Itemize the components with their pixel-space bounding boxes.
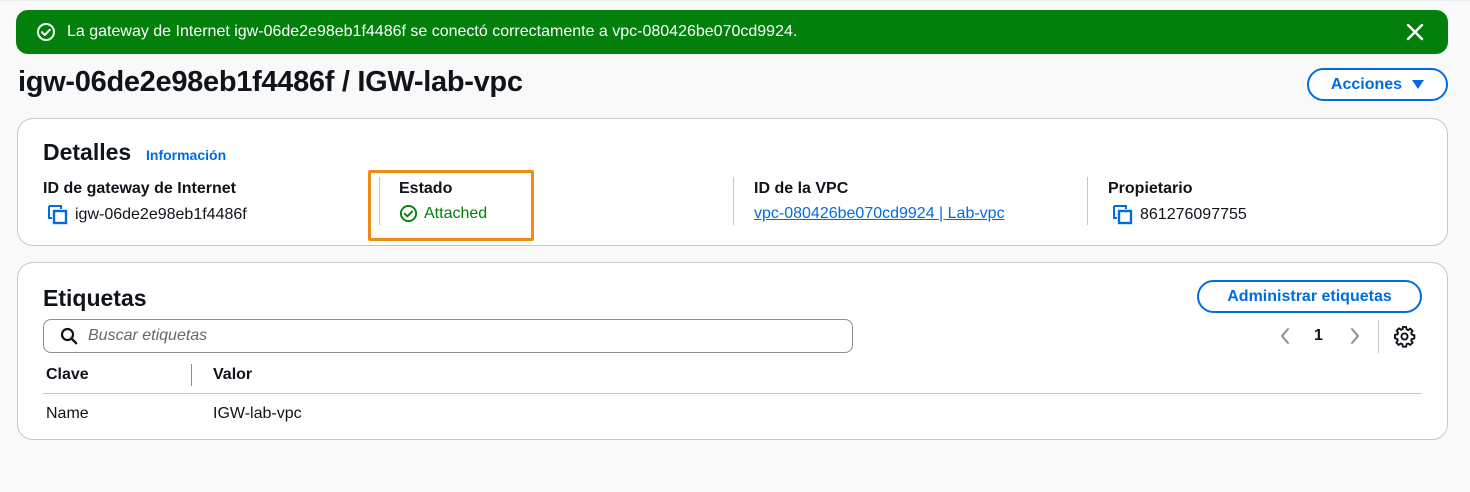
success-flashbar: La gateway de Internet igw-06de2e98eb1f4… [16,10,1448,54]
manage-tags-button[interactable]: Administrar etiquetas [1197,280,1422,313]
column-header-value[interactable]: Valor [213,366,252,384]
column-divider [1087,177,1088,225]
current-page[interactable]: 1 [1314,327,1323,345]
owner-value: 861276097755 [1112,204,1247,226]
igw-id-label: ID de gateway de Internet [43,180,236,197]
igw-id-value: igw-06de2e98eb1f4486f [47,204,247,226]
column-divider [733,177,734,225]
flash-message: La gateway de Internet igw-06de2e98eb1f4… [67,23,798,40]
search-icon [60,327,78,345]
column-resizer[interactable] [191,364,192,386]
vpc-id-link[interactable]: vpc-080426be070cd9924 | Lab-vpc [754,205,1005,223]
search-input[interactable] [88,327,848,345]
actions-button-label: Acciones [1330,75,1403,93]
pager-divider [1378,320,1379,353]
close-icon[interactable] [1404,21,1426,43]
page-title: igw-06de2e98eb1f4486f / IGW-lab-vpc [18,66,523,98]
tags-heading: Etiquetas [43,285,147,311]
actions-button[interactable]: Acciones [1307,68,1448,101]
copy-icon[interactable] [1112,204,1134,226]
vpc-id-value: vpc-080426be070cd9924 | Lab-vpc [754,205,1005,223]
igw-id-text: igw-06de2e98eb1f4486f [75,206,247,223]
vpc-id-label: ID de la VPC [754,180,849,197]
prev-page-icon[interactable] [1277,325,1293,347]
gear-icon[interactable] [1393,325,1416,348]
owner-label: Propietario [1108,180,1193,197]
top-divider [0,0,1470,4]
state-highlight-box [368,170,534,241]
next-page-icon[interactable] [1347,325,1363,347]
column-header-key[interactable]: Clave [46,366,89,384]
details-heading: Detalles [43,139,132,165]
success-check-icon [36,22,56,42]
info-link[interactable]: Información [146,147,226,163]
table-cell-value: IGW-lab-vpc [213,405,302,422]
copy-icon[interactable] [47,204,69,226]
owner-text: 861276097755 [1140,206,1247,223]
search-field[interactable] [43,319,853,353]
caret-down-icon [1412,80,1425,89]
table-row-divider [43,393,1422,394]
table-cell-key: Name [46,405,89,422]
